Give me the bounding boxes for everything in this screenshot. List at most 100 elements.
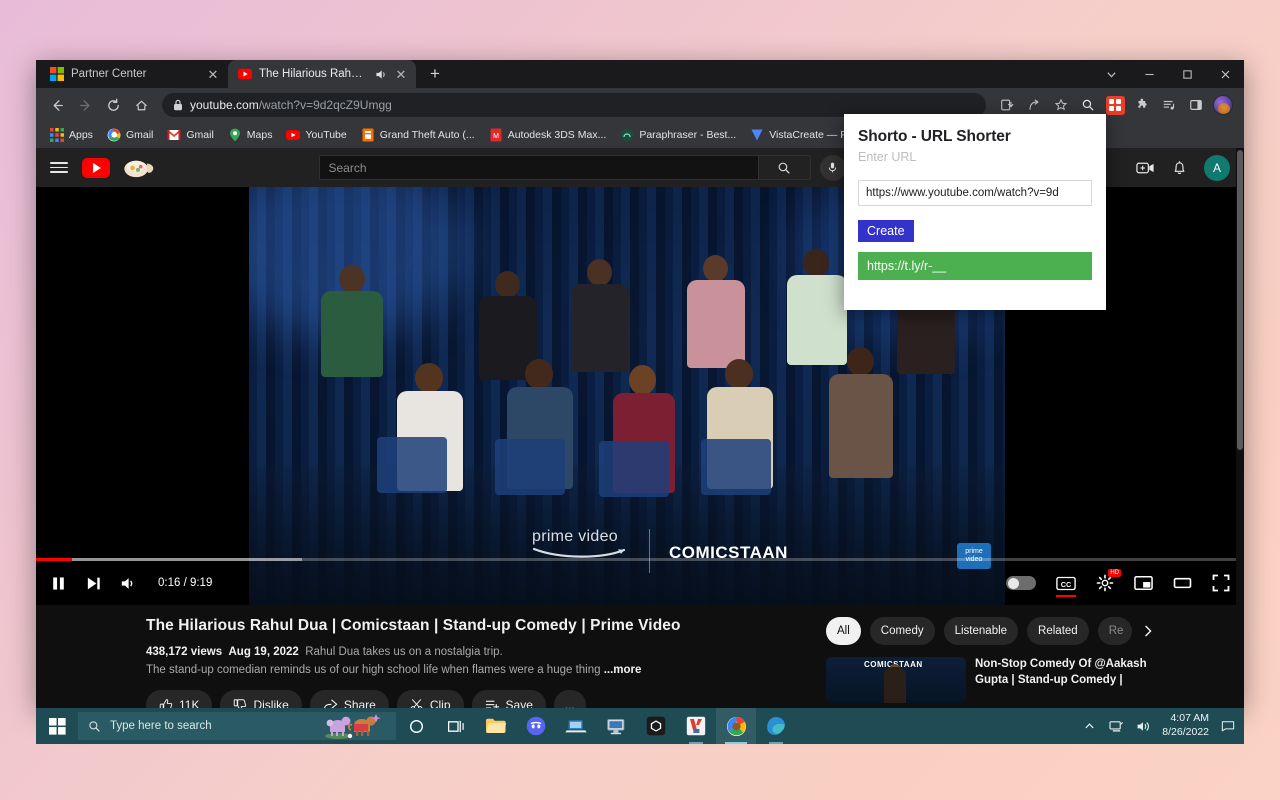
url-path: /watch?v=9d2qcZ9Umgg <box>258 98 392 112</box>
bookmark-gta[interactable]: Grand Theft Auto (... <box>355 126 481 144</box>
view-count: 438,172 views <box>146 646 223 658</box>
side-panel-icon[interactable] <box>1183 92 1209 118</box>
reading-list-icon[interactable] <box>1156 92 1182 118</box>
save-button[interactable]: Save <box>471 689 546 708</box>
tab-audio-icon[interactable] <box>374 68 387 81</box>
bookmark-paraphraser[interactable]: Paraphraser - Best... <box>614 126 742 144</box>
autoplay-toggle[interactable] <box>1006 576 1036 590</box>
close-icon[interactable]: ✕ <box>206 68 220 81</box>
volume-button[interactable] <box>120 575 138 592</box>
close-button[interactable] <box>1206 60 1244 88</box>
profile-avatar[interactable] <box>1210 92 1236 118</box>
taskbar-search-box[interactable]: Type here to search <box>78 712 396 740</box>
chevron-right-icon[interactable] <box>1141 624 1155 638</box>
youtube-logo[interactable] <box>82 157 110 178</box>
tab-youtube[interactable]: The Hilarious Rahul Dua | Co ✕ <box>228 60 416 88</box>
pause-button[interactable] <box>50 575 67 592</box>
recommendation-title[interactable]: Non-Stop Comedy Of @Aakash Gupta | Stand… <box>975 657 1147 703</box>
file-explorer-icon[interactable] <box>476 708 516 744</box>
discord-icon[interactable] <box>516 708 556 744</box>
chip-re[interactable]: Re <box>1097 617 1132 645</box>
bookmark-label: Gmail <box>186 129 214 141</box>
url-input[interactable]: https://www.youtube.com/watch?v=9d <box>858 180 1092 206</box>
save-label: Save <box>505 697 533 708</box>
network-icon[interactable] <box>1108 708 1124 744</box>
unity-icon[interactable] <box>636 708 676 744</box>
maximize-button[interactable] <box>1168 60 1206 88</box>
tab-title: The Hilarious Rahul Dua | Co <box>259 68 367 80</box>
bookmark-maps[interactable]: Maps <box>222 126 279 144</box>
profile-avatar-image <box>1213 95 1233 115</box>
tab-search-button[interactable] <box>1092 60 1130 88</box>
tab-partner-center[interactable]: Partner Center ✕ <box>40 60 228 88</box>
reload-icon[interactable] <box>100 92 126 118</box>
dislike-button[interactable]: Dislike <box>220 689 302 708</box>
home-icon[interactable] <box>128 92 154 118</box>
like-button[interactable]: 11K <box>146 689 213 708</box>
share-button[interactable]: Share <box>309 689 389 708</box>
show-hidden-icons[interactable] <box>1081 708 1097 744</box>
paraphraser-icon <box>621 128 634 142</box>
taskbar-search-placeholder: Type here to search <box>110 720 212 732</box>
taskbar-clock[interactable]: 4:07 AM 8/26/2022 <box>1162 712 1209 739</box>
orange-doc-icon <box>362 128 374 142</box>
bookmark-gmail[interactable]: Gmail <box>161 126 219 144</box>
miniplayer-button[interactable] <box>1134 575 1153 591</box>
list-item[interactable]: COMICSTAAN Non-Stop Comedy Of @Aakash Gu… <box>826 657 1228 703</box>
search-icon <box>89 720 100 732</box>
minimize-button[interactable] <box>1130 60 1168 88</box>
cortana-icon[interactable] <box>396 708 436 744</box>
bookmark-google[interactable]: Gmail <box>101 126 159 144</box>
laptop-app-icon[interactable] <box>556 708 596 744</box>
volume-icon[interactable] <box>1135 708 1151 744</box>
bookmark-apps[interactable]: Apps <box>44 126 99 144</box>
chip-listenable[interactable]: Listenable <box>943 617 1019 645</box>
extensions-puzzle-icon[interactable] <box>1129 92 1155 118</box>
shorto-extension-popup: Shorto - URL Shorter Enter URL https://w… <box>844 114 1106 310</box>
chip-all[interactable]: All <box>826 617 861 645</box>
hamburger-icon[interactable] <box>50 162 68 173</box>
notifications-icon[interactable] <box>1220 708 1236 744</box>
vlc-app-icon[interactable] <box>676 708 716 744</box>
scrollbar-thumb[interactable] <box>1237 150 1243 450</box>
chip-related[interactable]: Related <box>1027 617 1089 645</box>
video-info: The Hilarious Rahul Dua | Comicstaan | S… <box>36 617 826 708</box>
edge-icon[interactable] <box>756 708 796 744</box>
remote-desktop-icon[interactable] <box>596 708 636 744</box>
bookmark-label: Apps <box>69 129 93 141</box>
short-url-result[interactable]: https://t.ly/r-__ <box>858 252 1092 280</box>
bell-icon[interactable] <box>1171 159 1188 176</box>
next-button[interactable] <box>85 575 102 592</box>
search-input[interactable]: Search <box>318 155 759 180</box>
avatar[interactable]: A <box>1204 154 1230 181</box>
doodle-image[interactable] <box>118 155 158 181</box>
show-more-button[interactable]: ...more <box>604 664 642 676</box>
task-view-icon[interactable] <box>436 708 476 744</box>
search-button[interactable] <box>758 155 811 180</box>
new-tab-button[interactable]: + <box>422 61 448 87</box>
windows-start-icon[interactable] <box>36 708 78 744</box>
captions-button[interactable]: CC <box>1056 576 1076 597</box>
chrome-icon[interactable] <box>716 708 756 744</box>
forward-icon[interactable] <box>72 92 98 118</box>
microsoft-icon <box>50 67 64 81</box>
fullscreen-button[interactable] <box>1212 574 1230 592</box>
settings-button[interactable]: HD <box>1096 569 1121 592</box>
svg-text:M: M <box>493 133 499 140</box>
player-controls-right: CC HD <box>1006 569 1230 597</box>
clip-icon <box>410 698 423 708</box>
close-icon[interactable]: ✕ <box>394 68 408 81</box>
more-actions-button[interactable]: ... <box>553 689 586 708</box>
create-button[interactable]: Create <box>858 220 914 242</box>
bookmark-youtube[interactable]: YouTube <box>280 126 352 144</box>
clip-button[interactable]: Clip <box>396 689 464 708</box>
recommendation-thumbnail[interactable]: COMICSTAAN <box>826 657 966 703</box>
page-scrollbar[interactable] <box>1236 148 1244 708</box>
share-icon <box>323 699 338 708</box>
chip-comedy[interactable]: Comedy <box>869 617 935 645</box>
create-video-icon[interactable] <box>1136 160 1155 176</box>
microphone-icon[interactable] <box>819 154 846 181</box>
bookmark-autodesk[interactable]: M Autodesk 3DS Max... <box>483 126 613 144</box>
back-icon[interactable] <box>44 92 70 118</box>
theater-button[interactable] <box>1173 575 1192 591</box>
